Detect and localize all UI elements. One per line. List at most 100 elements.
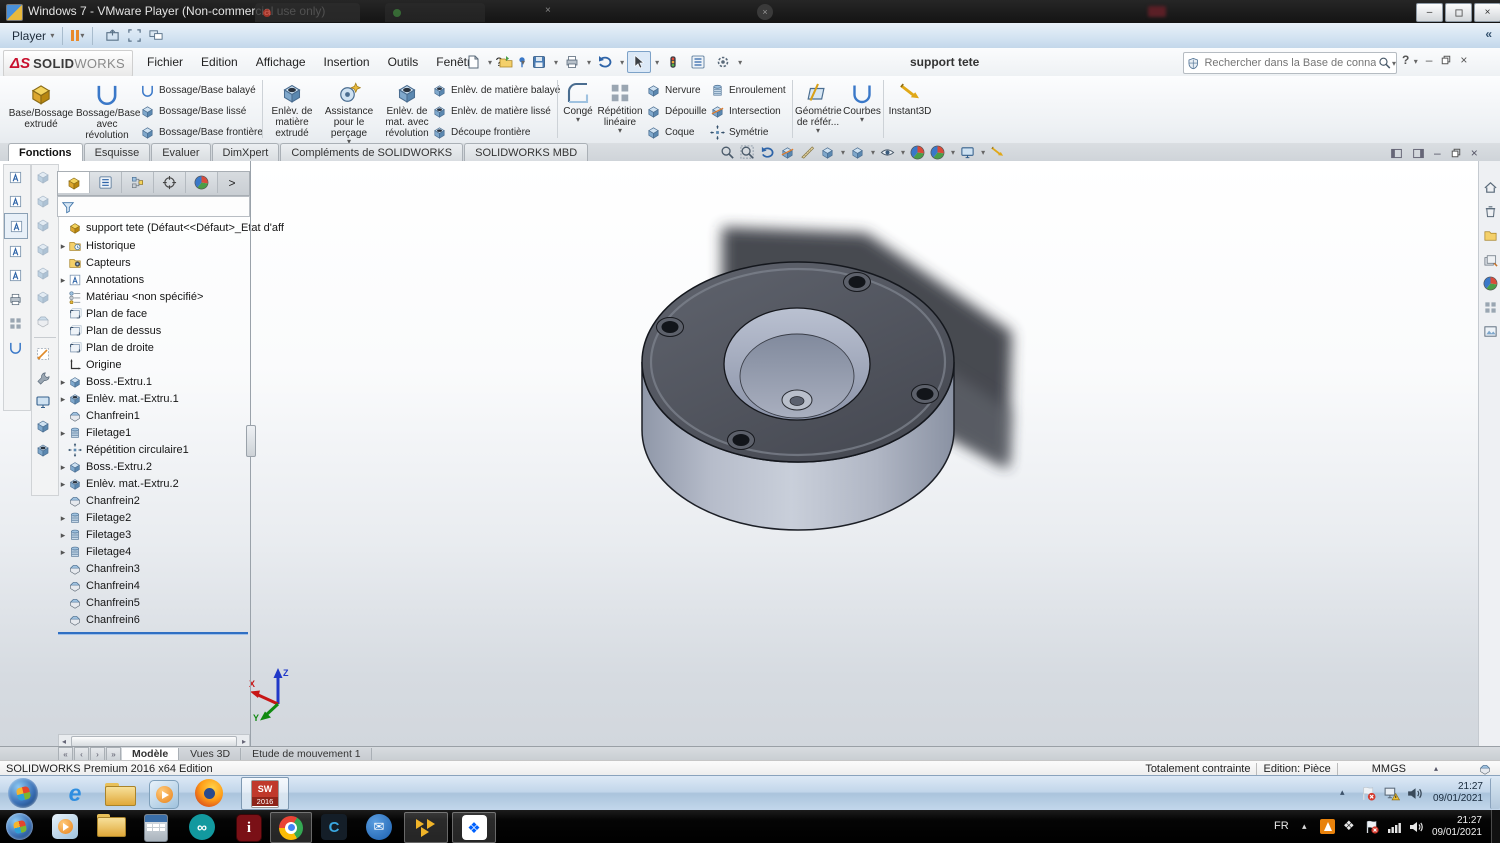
tree-item[interactable]: Chanfrein4 — [58, 578, 140, 594]
tree-item[interactable]: ▸ Filetage1 — [58, 425, 132, 441]
guest-tray-expand-icon[interactable]: ▴ — [1340, 787, 1345, 798]
view-settings-icon[interactable] — [960, 145, 975, 160]
print-icon[interactable] — [561, 52, 583, 72]
tools-wrench-icon[interactable] — [32, 366, 54, 390]
tab-evaluer[interactable]: Evaluer — [151, 143, 211, 161]
propertymanager-tab[interactable] — [90, 172, 122, 193]
tab-close-icon[interactable]: × — [545, 5, 551, 16]
app-close-icon[interactable]: × — [1460, 53, 1467, 67]
suspend-button[interactable]: ▾ — [71, 30, 84, 41]
curves-button[interactable]: Courbes ▾ — [842, 79, 882, 141]
tree-item[interactable]: ▸ Historique — [58, 238, 136, 254]
next-tab-button[interactable]: › — [90, 747, 105, 761]
revolved-cut-button[interactable]: Enlèv. de mat. avec révolution — [380, 79, 434, 141]
host-show-desktop-button[interactable] — [1491, 810, 1500, 843]
threaded-hole[interactable] — [911, 384, 939, 404]
boundary-boss-button[interactable]: Bossage/Base frontière — [140, 123, 263, 142]
vlc-icon[interactable] — [1320, 819, 1335, 834]
threaded-hole[interactable] — [727, 430, 755, 450]
tab-fonctions[interactable]: Fonctions — [8, 143, 83, 161]
units-arrow-icon[interactable]: ▴ — [1434, 764, 1438, 773]
view-orientation-icon[interactable] — [820, 145, 835, 160]
tree-item[interactable]: Chanfrein3 — [58, 561, 140, 577]
annotation-lock-icon[interactable] — [4, 263, 26, 287]
revolved-boss-base-button[interactable]: Bossage/Base avec révolution — [76, 79, 141, 141]
part-cube-icon[interactable] — [32, 414, 54, 438]
tree-item[interactable]: Origine — [58, 357, 121, 373]
knowledge-base-search[interactable]: ▾ — [1183, 52, 1397, 74]
chrome-icon[interactable] — [270, 812, 312, 843]
action-center-flag-icon[interactable] — [1360, 785, 1377, 802]
options-gear-icon[interactable] — [712, 52, 734, 72]
view-cube-icon[interactable] — [32, 237, 54, 261]
appearances-scenes-icon[interactable] — [1479, 271, 1500, 295]
tree-item[interactable]: Matériau <non spécifié> — [58, 289, 203, 305]
threaded-hole[interactable] — [843, 272, 871, 292]
media-player-icon[interactable] — [149, 780, 179, 809]
threaded-hole[interactable] — [656, 317, 684, 337]
view-cube-icon[interactable] — [32, 165, 54, 189]
circle-close-icon[interactable]: × — [757, 4, 773, 20]
swept-cut-button[interactable]: Enlèv. de matière balayé — [432, 81, 560, 100]
dropbox-icon[interactable]: ❖ — [452, 812, 496, 843]
tree-item[interactable]: ▸ Boss.-Extru.2 — [58, 459, 152, 475]
background-tab[interactable] — [255, 3, 360, 22]
extruded-cut-button[interactable]: Enlèv. de matière extrudé — [266, 79, 318, 141]
view-cube-icon[interactable] — [32, 285, 54, 309]
menu-insertion[interactable]: Insertion — [315, 50, 379, 74]
arduino-icon[interactable]: ∞ — [189, 814, 215, 840]
host-start-button[interactable] — [6, 813, 33, 840]
fillet-button[interactable]: Congé ▾ — [560, 79, 596, 141]
window-minimize-button[interactable]: – — [1416, 3, 1443, 22]
view-palette-icon[interactable] — [1479, 295, 1500, 319]
tree-item[interactable]: Chanfrein1 — [58, 408, 140, 424]
annotation-edit-icon[interactable] — [4, 189, 26, 213]
help-icon[interactable]: ? ▾ — [1402, 53, 1418, 67]
tab-etude-mouvement[interactable]: Etude de mouvement 1 — [242, 747, 372, 761]
tree-item[interactable]: ▸ Enlèv. mat.-Extru.2 — [58, 476, 179, 492]
app-minimize-icon[interactable]: – — [1426, 53, 1433, 67]
annotation-arrow-icon[interactable] — [4, 213, 28, 239]
boundary-cut-button[interactable]: Découpe frontière — [432, 123, 531, 142]
dimxpertmanager-tab[interactable] — [154, 172, 186, 193]
network-warning-icon[interactable] — [1383, 785, 1400, 802]
new-document-icon[interactable] — [462, 52, 484, 72]
tree-item[interactable]: ▸ Filetage2 — [58, 510, 132, 526]
hatch-icon[interactable] — [4, 311, 26, 335]
zoom-fit-icon[interactable] — [720, 145, 735, 160]
part-cut-icon[interactable] — [32, 438, 54, 462]
tree-item[interactable]: ▸ Filetage4 — [58, 544, 132, 560]
lofted-boss-button[interactable]: Bossage/Base lissé — [140, 102, 246, 121]
tree-item[interactable]: Plan de dessus — [58, 323, 161, 339]
last-tab-button[interactable]: » — [106, 747, 121, 761]
file-explorer-icon[interactable] — [1479, 247, 1500, 271]
design-library-icon[interactable] — [1479, 223, 1500, 247]
scroll-left-icon[interactable]: ◂ — [59, 737, 69, 746]
doc-minimize-icon[interactable]: – — [1434, 146, 1441, 160]
menu-affichage[interactable]: Affichage — [247, 50, 315, 74]
zoom-area-icon[interactable] — [740, 145, 755, 160]
tree-filter-field[interactable] — [57, 196, 250, 217]
menu-fichier[interactable]: Fichier — [138, 50, 192, 74]
signal-icon[interactable] — [1387, 819, 1403, 835]
unity-mode-icon[interactable] — [101, 26, 123, 46]
doc-restore-icon[interactable] — [1450, 147, 1462, 159]
hole-wizard-button[interactable]: Assistance pour le perçage ▾ — [320, 79, 378, 146]
tab-vues-3d[interactable]: Vues 3D — [180, 747, 242, 761]
tree-item[interactable]: Plan de face — [58, 306, 147, 322]
tree-item[interactable]: Chanfrein6 — [58, 612, 140, 628]
collapse-pane-right-icon[interactable] — [1412, 147, 1425, 160]
open-document-icon[interactable] — [495, 52, 517, 72]
guest-show-desktop-button[interactable] — [1490, 778, 1500, 809]
tab-dimxpert[interactable]: DimXpert — [211, 143, 280, 161]
scroll-right-icon[interactable]: ▸ — [239, 737, 249, 746]
wrap-button[interactable]: Enroulement — [710, 81, 786, 100]
measure-icon[interactable] — [800, 145, 815, 160]
collapse-pane-left-icon[interactable] — [1390, 147, 1403, 160]
host-clock[interactable]: 21:27 09/01/2021 — [1426, 815, 1482, 839]
annotation-star-icon[interactable] — [4, 165, 26, 189]
edit-appearance-icon[interactable] — [910, 145, 925, 160]
tree-item[interactable]: Chanfrein5 — [58, 595, 140, 611]
multiple-monitors-icon[interactable] — [145, 26, 167, 46]
app-restore-icon[interactable] — [1440, 54, 1452, 66]
